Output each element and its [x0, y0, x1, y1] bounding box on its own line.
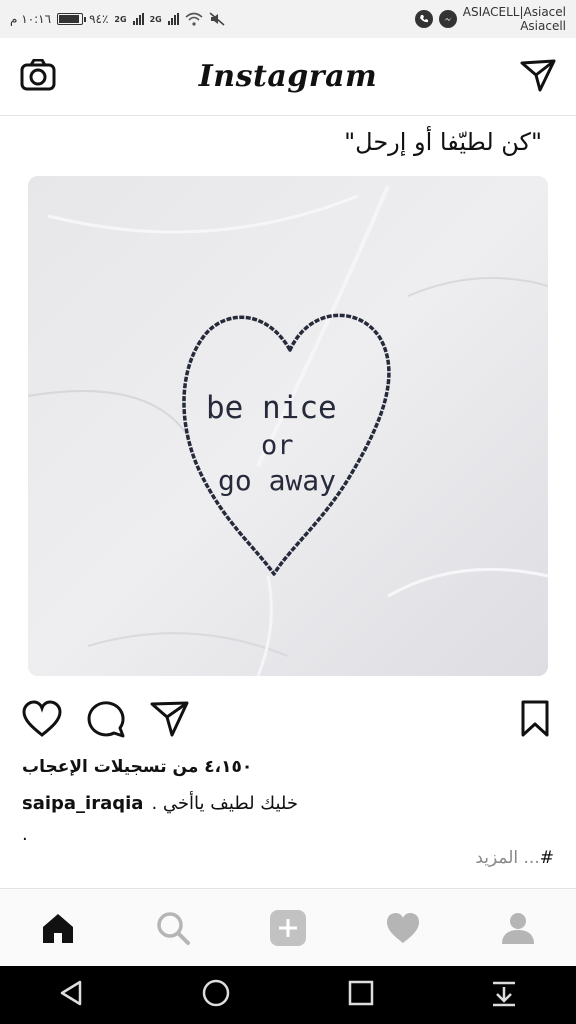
caption-line: saipa_iraqia خليك لطيف ياأخي . — [22, 793, 298, 814]
carrier-line-2: Asiacell — [520, 19, 566, 33]
notification-pull-icon[interactable] — [490, 979, 518, 1011]
profile-icon[interactable] — [488, 898, 548, 958]
home-icon[interactable] — [28, 898, 88, 958]
heart-icon[interactable] — [373, 898, 433, 958]
network-type-1: 2G — [114, 14, 127, 24]
post-caption-top: "كن لطيّفا أو إرحل" — [344, 128, 542, 156]
caption-text: خليك لطيف ياأخي . — [151, 793, 298, 814]
phone-icon — [414, 10, 433, 28]
signal-icon-2 — [167, 13, 179, 25]
carrier-line-1: ASIACELL|Asiacel — [462, 5, 566, 19]
more-link[interactable]: #... المزيد — [475, 848, 554, 868]
system-nav — [0, 966, 576, 1024]
bottom-nav — [0, 888, 576, 967]
hashtag: # — [539, 848, 554, 868]
status-right: ASIACELL|Asiacel Asiacell — [414, 5, 566, 33]
app-header: Instagram — [0, 38, 576, 116]
carrier-info: ASIACELL|Asiacel Asiacell — [463, 5, 566, 33]
signal-icon — [132, 13, 144, 25]
bookmark-icon[interactable] — [520, 700, 550, 742]
search-icon[interactable] — [143, 898, 203, 958]
recents-icon[interactable] — [347, 979, 375, 1011]
mute-icon — [209, 12, 225, 26]
post-image[interactable]: be nice or go away — [28, 176, 548, 676]
likes-count[interactable]: ٤،١٥٠ من تسجيلات الإعجاب — [22, 757, 252, 777]
clock: ١٠:١٦ م — [10, 12, 52, 26]
home-circle-icon[interactable] — [201, 978, 231, 1012]
post-actions — [0, 700, 576, 740]
image-text-line2: or — [261, 430, 294, 461]
caption-dot: . — [22, 824, 28, 845]
camera-icon[interactable] — [20, 58, 56, 95]
network-type-2: 2G — [149, 14, 162, 24]
paper-plane-icon[interactable] — [520, 58, 556, 96]
status-bar: ١٠:١٦ م ٩٤٪ 2G 2G ASIACELL|Asiacel Asiac… — [0, 0, 576, 38]
wifi-icon — [185, 12, 203, 26]
share-icon[interactable] — [150, 700, 190, 742]
messenger-icon — [438, 10, 457, 28]
battery-icon — [57, 13, 87, 25]
status-left: ١٠:١٦ م ٩٤٪ 2G 2G — [10, 12, 225, 26]
back-icon[interactable] — [58, 979, 86, 1011]
image-text-line1: be nice — [206, 390, 337, 426]
like-heart-icon[interactable] — [22, 700, 62, 742]
image-text-line3: go away — [218, 464, 336, 497]
battery-percent: ٩٤٪ — [89, 12, 109, 26]
comment-icon[interactable] — [86, 700, 126, 742]
more-text: ... المزيد — [475, 848, 540, 868]
instagram-logo: Instagram — [198, 59, 378, 94]
add-icon[interactable] — [258, 898, 318, 958]
username[interactable]: saipa_iraqia — [22, 793, 143, 814]
